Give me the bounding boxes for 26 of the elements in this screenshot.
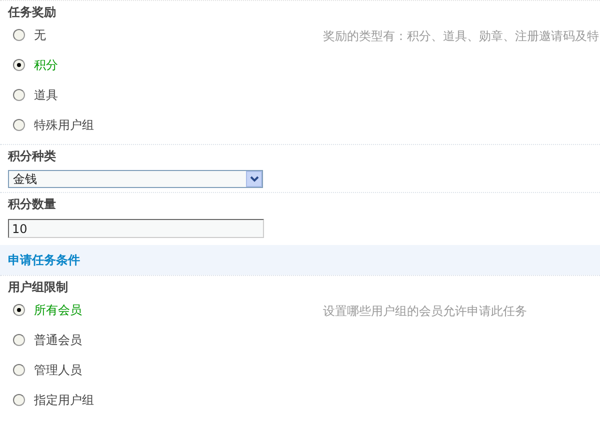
radio-button[interactable] bbox=[13, 119, 25, 131]
section-header: 申请任务条件 bbox=[0, 245, 600, 275]
hint-text: 奖励的类型有：积分、道具、勋章、注册邀请码及特 bbox=[323, 28, 599, 45]
dropdown-field[interactable]: 金钱 bbox=[8, 170, 263, 188]
section-title: 任务奖励 bbox=[8, 4, 56, 20]
section-title: 积分种类 bbox=[8, 148, 56, 164]
chevron-down-icon bbox=[250, 176, 258, 182]
radio-button[interactable] bbox=[13, 304, 25, 316]
radio-button[interactable] bbox=[13, 334, 25, 346]
option-label[interactable]: 道具 bbox=[34, 86, 58, 104]
hint-text: 设置哪些用户组的会员允许申请此任务 bbox=[323, 303, 527, 320]
radio-button[interactable] bbox=[13, 394, 25, 406]
option-label[interactable]: 积分 bbox=[34, 56, 58, 74]
radio-button[interactable] bbox=[13, 29, 25, 41]
option-label[interactable]: 所有会员 bbox=[34, 302, 82, 318]
input-field[interactable]: 10 bbox=[8, 219, 264, 238]
radio-button[interactable] bbox=[13, 89, 25, 101]
section-title: 积分数量 bbox=[8, 196, 56, 212]
option-label[interactable]: 管理人员 bbox=[34, 362, 82, 378]
radio-button[interactable] bbox=[13, 364, 25, 376]
option-label[interactable]: 指定用户组 bbox=[34, 392, 94, 408]
option-label[interactable]: 普通会员 bbox=[34, 332, 82, 348]
radio-button[interactable] bbox=[13, 59, 25, 71]
option-label[interactable]: 特殊用户组 bbox=[34, 116, 94, 134]
option-label[interactable]: 无 bbox=[34, 26, 46, 44]
section-title: 用户组限制 bbox=[8, 279, 68, 295]
